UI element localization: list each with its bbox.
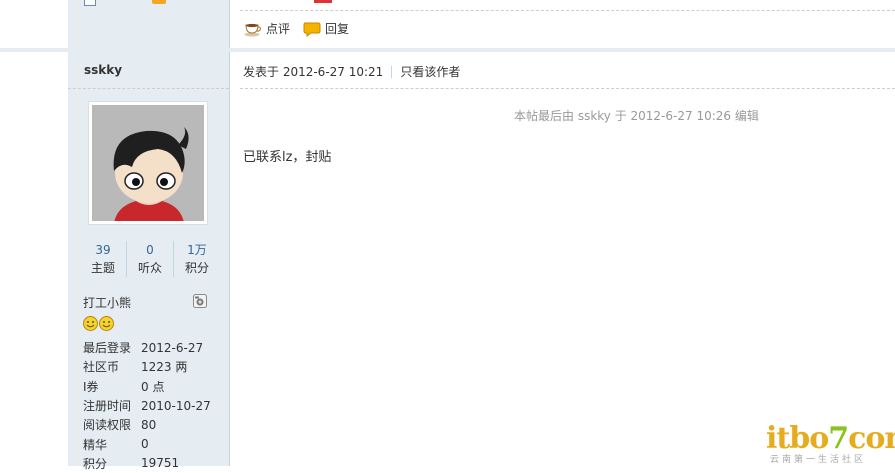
divider: [240, 88, 895, 89]
post-meta: 发表于 2012-6-27 10:21 只看该作者: [243, 63, 460, 80]
comment-label[interactable]: 点评: [266, 20, 290, 37]
stat-label: 听众: [137, 261, 162, 275]
previous-post-footer: 点评 回复: [230, 0, 895, 50]
info-value: 2010-10-27: [141, 398, 211, 413]
watermark-part: 7: [828, 421, 849, 456]
profile-icon[interactable]: [84, 0, 96, 6]
info-row: 注册时间 2010-10-27: [83, 396, 211, 415]
reply-button[interactable]: 回复: [303, 20, 349, 37]
comment-cup-icon: [244, 21, 262, 37]
post-body: 点评 回复 发表于 2012-6-27 10:21 只看该作者 本帖最后由 ss…: [230, 0, 895, 466]
stat-value[interactable]: 0: [127, 241, 173, 259]
divider: [240, 10, 895, 11]
watermark-part: itbo: [766, 421, 829, 456]
info-value: 80: [141, 417, 157, 432]
only-author-link[interactable]: 只看该作者: [400, 63, 460, 80]
author-stats: 39 主题 0 听众 1万 积分: [80, 241, 220, 277]
stat-followers[interactable]: 0 听众: [127, 241, 174, 277]
info-key: 社区币: [83, 360, 120, 375]
info-key: 最后登录: [83, 341, 132, 356]
stat-points[interactable]: 1万 积分: [174, 241, 220, 277]
stat-value[interactable]: 39: [80, 241, 126, 259]
divider: [391, 65, 393, 78]
info-value: 2012-6-27: [141, 340, 204, 355]
rank-stars: [83, 316, 114, 331]
message-icon[interactable]: [152, 0, 166, 4]
watermark-text: itbo7com: [766, 422, 895, 456]
smiley-icon: [83, 316, 98, 331]
info-row: 阅读权限 80: [83, 415, 211, 434]
post-time: 发表于 2012-6-27 10:21: [243, 65, 384, 79]
info-row: 积分 19751: [83, 454, 211, 473]
avatar-image: [92, 105, 204, 221]
info-key: 精华: [83, 437, 108, 452]
info-row: 精华 0: [83, 434, 211, 453]
info-row: I券 0 点: [83, 377, 211, 396]
info-row: 最后登录 2012-6-27: [83, 338, 211, 357]
watermark-subtitle: 云南第一生活社区: [770, 455, 867, 465]
previous-post-sidebar-icons: [84, 0, 224, 6]
camera-icon[interactable]: [193, 294, 207, 308]
info-key: 积分: [83, 456, 108, 471]
avatar[interactable]: [88, 101, 208, 225]
stat-label: 主题: [90, 261, 115, 275]
author-name[interactable]: sskky: [84, 63, 122, 77]
divider: [68, 88, 229, 89]
info-value: 0 点: [141, 379, 165, 394]
info-key: I券: [83, 379, 99, 394]
site-watermark-logo: itbo7com 云南第一生活社区: [766, 422, 895, 466]
comment-button[interactable]: 点评: [244, 20, 290, 37]
info-row: 社区币 1223 两: [83, 357, 211, 376]
user-rank: 打工小熊: [83, 296, 132, 310]
info-value: 19751: [141, 456, 180, 471]
edit-note: 本帖最后由 sskky 于 2012-6-27 10:26 编辑: [514, 109, 759, 123]
info-key: 阅读权限: [83, 418, 132, 433]
author-sidebar: sskky 39 主题 0 听众 1万 积分 打工小熊 最后登录 2012-6-…: [68, 0, 230, 471]
info-value: 1223 两: [141, 360, 188, 375]
stat-threads[interactable]: 39 主题: [80, 241, 127, 277]
reply-bubble-icon: [303, 21, 321, 37]
cut-off-text: [314, 0, 332, 3]
reply-label[interactable]: 回复: [325, 20, 349, 37]
stat-value[interactable]: 1万: [174, 241, 220, 259]
smiley-icon: [99, 316, 114, 331]
info-value: 0: [141, 437, 149, 452]
info-key: 注册时间: [83, 399, 132, 414]
watermark-part: com: [848, 421, 895, 456]
author-info-list: 最后登录 2012-6-27 社区币 1223 两 I券 0 点 注册时间 2010-1…: [83, 338, 211, 473]
post-content: 已联系lz，封贴: [243, 150, 332, 165]
stat-label: 积分: [184, 261, 209, 275]
